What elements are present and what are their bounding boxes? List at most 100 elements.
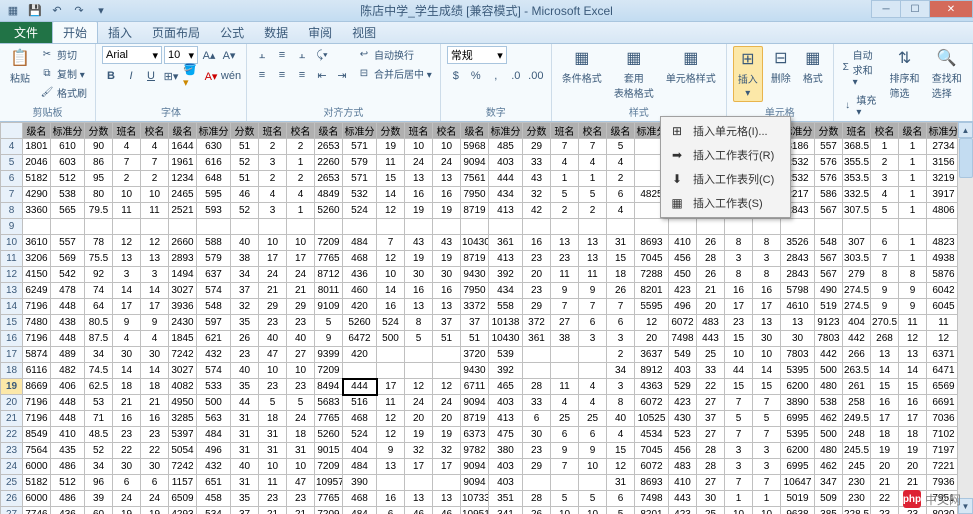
cell[interactable]: 567 — [815, 251, 843, 267]
cell[interactable]: 6072 — [635, 395, 669, 411]
format-painter-button[interactable]: 🖌格式刷 — [38, 84, 89, 101]
cell[interactable]: 4 — [579, 395, 607, 411]
cell[interactable]: 361 — [523, 331, 551, 347]
cell[interactable]: 18 — [287, 427, 315, 443]
cell[interactable]: 6995 — [781, 459, 815, 475]
cell[interactable]: 15 — [753, 379, 781, 395]
cell[interactable]: 484 — [197, 427, 231, 443]
cell[interactable]: 307 — [843, 235, 871, 251]
cell[interactable] — [523, 475, 551, 491]
cell[interactable]: 24 — [141, 491, 169, 507]
cell[interactable]: 1 — [579, 171, 607, 187]
cell[interactable]: 7746 — [23, 507, 51, 514]
cell[interactable]: 410 — [669, 235, 697, 251]
cell[interactable]: 14 — [141, 363, 169, 379]
cell[interactable]: 430 — [669, 411, 697, 427]
column-header[interactable]: 标准分 — [343, 123, 377, 139]
cell[interactable]: 7 — [551, 299, 579, 315]
cell[interactable]: 9 — [899, 299, 927, 315]
cell[interactable]: 353.5 — [843, 171, 871, 187]
cell[interactable]: 2 — [113, 171, 141, 187]
cell[interactable] — [377, 347, 405, 363]
cell[interactable]: 3027 — [169, 283, 197, 299]
cell[interactable]: 230 — [843, 491, 871, 507]
cell[interactable]: 40 — [231, 363, 259, 379]
cell[interactable]: 10 — [725, 347, 753, 363]
cell[interactable]: 2465 — [169, 187, 197, 203]
cell[interactable]: 7045 — [635, 443, 669, 459]
cell[interactable]: 18 — [259, 411, 287, 427]
cell[interactable]: 11 — [551, 379, 579, 395]
column-header[interactable]: 分数 — [523, 123, 551, 139]
cell[interactable]: 2046 — [23, 155, 51, 171]
cell[interactable]: 31 — [231, 411, 259, 427]
cell[interactable]: 27 — [287, 347, 315, 363]
cell[interactable]: 6995 — [781, 411, 815, 427]
cell[interactable]: 51 — [433, 331, 461, 347]
cell[interactable]: 5 — [871, 203, 899, 219]
cell[interactable]: 37 — [231, 283, 259, 299]
cell[interactable]: 5395 — [781, 427, 815, 443]
cell[interactable]: 17 — [405, 459, 433, 475]
cell[interactable]: 19 — [433, 203, 461, 219]
cell[interactable]: 27 — [697, 395, 725, 411]
cell[interactable]: 484 — [343, 459, 377, 475]
cell[interactable]: 32 — [231, 299, 259, 315]
cell[interactable]: 4363 — [635, 379, 669, 395]
cell[interactable] — [899, 219, 927, 235]
cell[interactable]: 485 — [489, 139, 523, 155]
cell[interactable]: 21 — [899, 475, 927, 491]
cell[interactable]: 7196 — [23, 299, 51, 315]
cell[interactable] — [461, 219, 489, 235]
cell[interactable]: 5874 — [23, 347, 51, 363]
cell[interactable]: 6200 — [781, 443, 815, 459]
cell[interactable]: 31 — [607, 235, 635, 251]
cell[interactable] — [141, 219, 169, 235]
cell[interactable]: 7 — [753, 395, 781, 411]
cell[interactable]: 17 — [287, 251, 315, 267]
cell[interactable] — [405, 363, 433, 379]
cell[interactable] — [523, 363, 551, 379]
cell[interactable] — [259, 219, 287, 235]
cell[interactable]: 6 — [607, 491, 635, 507]
cell[interactable]: 3 — [725, 251, 753, 267]
cell[interactable]: 484 — [343, 235, 377, 251]
cell[interactable]: 15 — [725, 379, 753, 395]
redo-icon[interactable]: ↷ — [70, 2, 88, 20]
cut-button[interactable]: ✂剪切 — [38, 46, 89, 63]
cell[interactable]: 571 — [343, 171, 377, 187]
cell[interactable]: 13 — [579, 235, 607, 251]
cell[interactable]: 42 — [523, 203, 551, 219]
cell[interactable]: 5683 — [315, 395, 343, 411]
cell[interactable] — [781, 219, 815, 235]
cell[interactable]: 8 — [607, 395, 635, 411]
column-header[interactable]: 标准分 — [927, 123, 961, 139]
cell[interactable]: 7288 — [635, 267, 669, 283]
cell[interactable]: 5595 — [635, 299, 669, 315]
cell[interactable] — [551, 475, 579, 491]
cell[interactable]: 542 — [51, 267, 85, 283]
cell[interactable]: 18 — [141, 379, 169, 395]
cell[interactable]: 490 — [815, 283, 843, 299]
cell[interactable]: 1644 — [169, 139, 197, 155]
cell[interactable]: 3 — [259, 203, 287, 219]
cell[interactable]: 1845 — [169, 331, 197, 347]
cell[interactable]: 603 — [51, 155, 85, 171]
row-header[interactable]: 13 — [1, 283, 23, 299]
row-header[interactable]: 16 — [1, 331, 23, 347]
align-top-icon[interactable]: ⫠ — [253, 46, 271, 64]
cell[interactable]: 12 — [899, 331, 927, 347]
cell[interactable]: 17 — [899, 411, 927, 427]
row-header[interactable]: 10 — [1, 235, 23, 251]
cell[interactable]: 9015 — [315, 443, 343, 459]
cell[interactable]: 557 — [815, 139, 843, 155]
cell[interactable]: 4 — [287, 187, 315, 203]
cell[interactable]: 6 — [607, 315, 635, 331]
cell[interactable]: 6072 — [669, 315, 697, 331]
cell[interactable]: 9 — [551, 443, 579, 459]
cell[interactable]: 6509 — [169, 491, 197, 507]
cell[interactable]: 3890 — [781, 395, 815, 411]
cell[interactable]: 403 — [489, 475, 523, 491]
cell[interactable]: 46 — [231, 187, 259, 203]
cell[interactable]: 31 — [259, 443, 287, 459]
